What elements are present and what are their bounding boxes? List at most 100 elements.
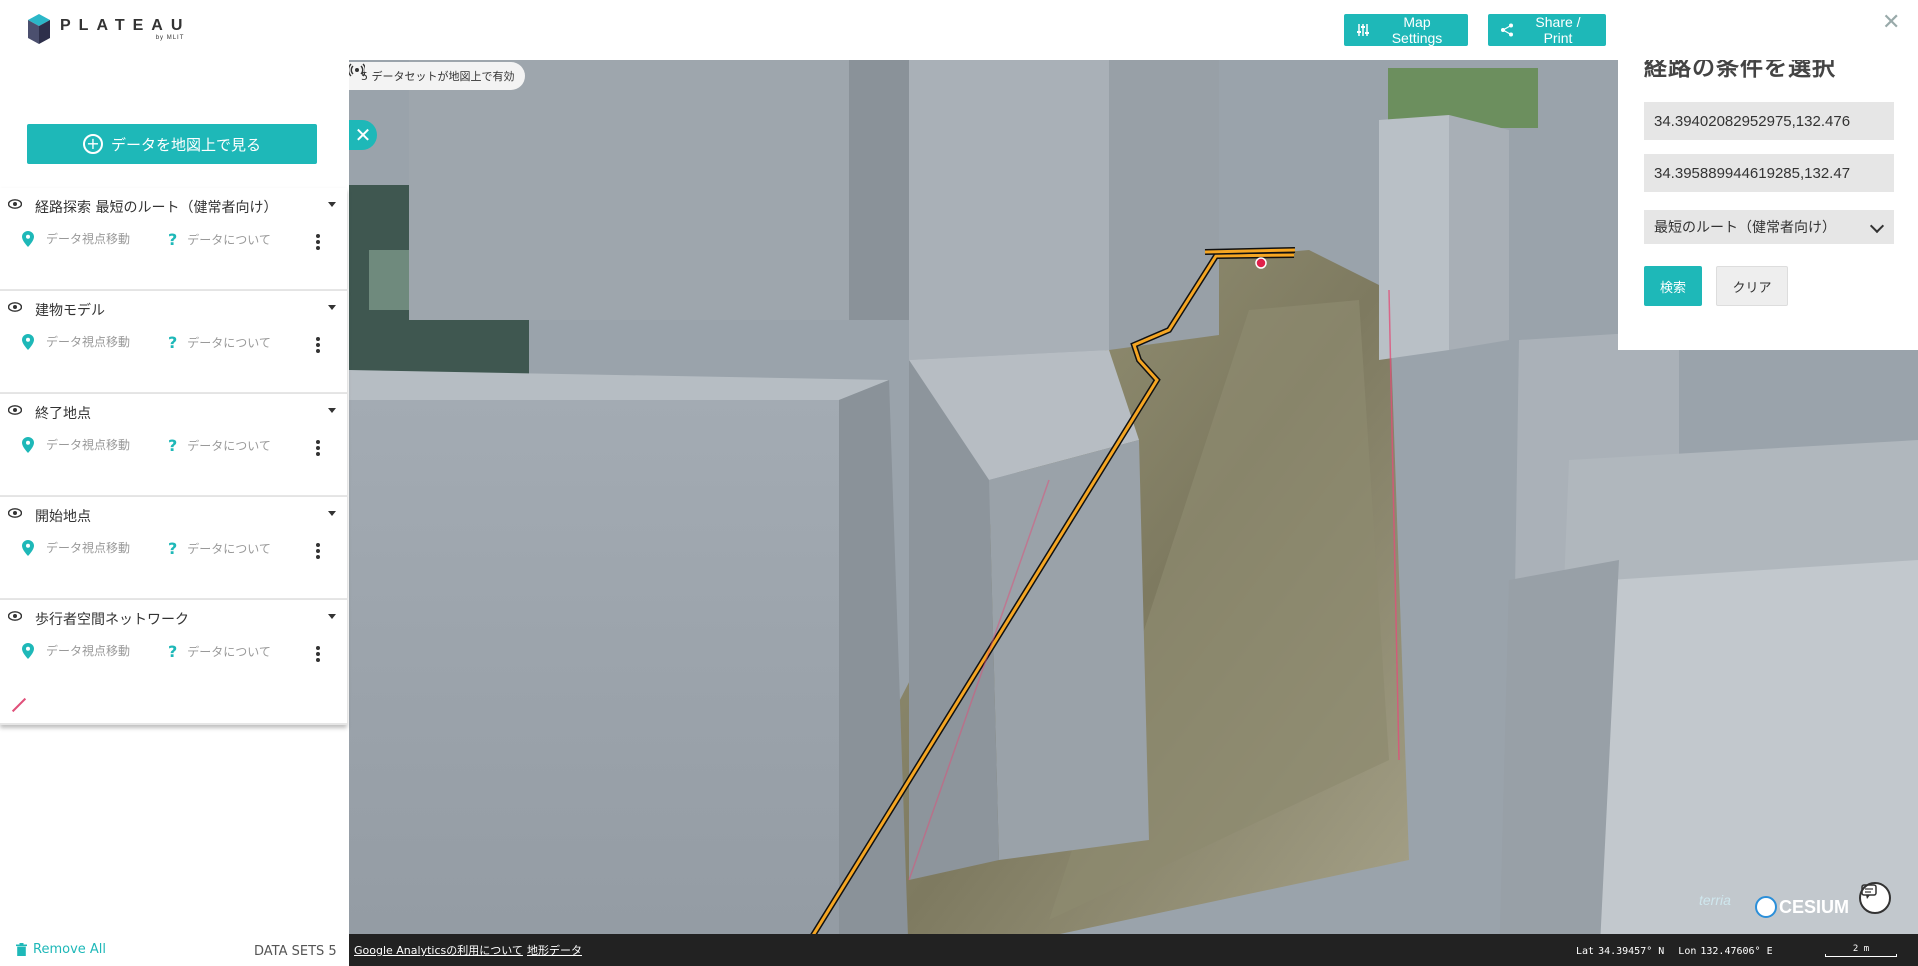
share-print-label: Share / Print xyxy=(1535,14,1581,46)
about-data-label: データについて xyxy=(187,645,271,659)
add-data-label: データを地図上で見る xyxy=(110,135,261,154)
about-data-button[interactable]: ? データについて xyxy=(168,436,271,455)
lat-label: Lat xyxy=(1576,946,1595,957)
about-data-button[interactable]: ? データについて xyxy=(168,642,271,661)
more-options-icon[interactable] xyxy=(316,337,320,353)
dataset-item: 経路探索 最短のルート（健常者向け） データ視点移動 ? データについて xyxy=(0,188,347,291)
eye-icon[interactable] xyxy=(8,199,22,209)
zoom-to-data-button[interactable]: データ視点移動 xyxy=(22,642,130,659)
question-icon: ? xyxy=(168,436,178,455)
question-icon: ? xyxy=(168,333,178,352)
remove-all-label: Remove All xyxy=(33,942,107,957)
zoom-to-data-label: データ視点移動 xyxy=(46,438,131,452)
expand-caret-icon[interactable] xyxy=(328,202,336,207)
about-data-button[interactable]: ? データについて xyxy=(168,230,271,249)
map-settings-button[interactable]: Map Settings xyxy=(1344,14,1468,46)
map-footer: Google Analyticsの利用について 地形データ Lat 34.394… xyxy=(349,934,1918,966)
lon-label: Lon xyxy=(1678,946,1697,957)
dataset-item: 終了地点 データ視点移動 ? データについて xyxy=(0,394,347,497)
zoom-to-data-label: データ視点移動 xyxy=(46,335,131,349)
question-icon: ? xyxy=(168,539,178,558)
location-pin-icon xyxy=(22,539,36,556)
logo-text: PLATEAU xyxy=(60,17,191,34)
add-data-button[interactable]: + データを地図上で見る xyxy=(27,124,317,164)
question-icon: ? xyxy=(168,642,178,661)
start-point-input[interactable] xyxy=(1644,102,1894,140)
about-data-button[interactable]: ? データについて xyxy=(168,333,271,352)
dataset-title: 開始地点 xyxy=(35,509,91,525)
dataset-title: 経路探索 最短のルート（健常者向け） xyxy=(35,200,278,216)
cesium-text: CESIUM xyxy=(1779,896,1850,917)
expand-caret-icon[interactable] xyxy=(328,511,336,516)
terria-logo[interactable]: terria xyxy=(1699,892,1731,908)
zoom-to-data-button[interactable]: データ視点移動 xyxy=(22,230,130,247)
expand-caret-icon[interactable] xyxy=(328,305,336,310)
eye-icon[interactable] xyxy=(8,508,22,518)
about-data-label: データについて xyxy=(187,336,271,350)
active-datasets-badge: 5 データセットが地図上で有効 xyxy=(349,62,525,90)
clear-button[interactable]: クリア xyxy=(1716,266,1788,306)
cesium-logo[interactable]: CESIUM xyxy=(1755,896,1849,918)
expand-caret-icon[interactable] xyxy=(328,408,336,413)
dataset-count: DATA SETS 5 xyxy=(254,944,337,959)
dataset-item: 歩行者空間ネットワーク データ視点移動 ? データについて xyxy=(0,600,347,725)
about-data-button[interactable]: ? データについて xyxy=(168,539,271,558)
dataset-title: 建物モデル xyxy=(35,303,105,319)
map-settings-label: Map Settings xyxy=(1391,14,1443,46)
logo-subtext: by MLIT xyxy=(155,35,185,41)
question-icon: ? xyxy=(168,230,178,249)
location-pin-icon xyxy=(22,642,36,659)
active-datasets-text: 5 データセットが地図上で有効 xyxy=(361,70,515,83)
distance-scale: 2 m xyxy=(1825,944,1897,957)
lat-value: 34.39457° N xyxy=(1598,946,1665,957)
plateau-cube-icon xyxy=(28,14,50,44)
location-pin-icon xyxy=(22,333,36,350)
more-options-icon[interactable] xyxy=(316,543,320,559)
zoom-to-data-button[interactable]: データ視点移動 xyxy=(22,436,130,453)
cesium-mark-icon xyxy=(1755,896,1777,918)
feedback-chat-icon[interactable] xyxy=(1859,882,1891,914)
zoom-to-data-label: データ視点移動 xyxy=(46,232,131,246)
app-header: PLATEAU by MLIT Map Settings Share / Pri… xyxy=(0,0,1918,60)
dataset-item: 建物モデル データ視点移動 ? データについて xyxy=(0,291,347,394)
about-data-label: データについて xyxy=(187,233,271,247)
route-search-panel: 経路の条件を選択 最短のルート（健常者向け） 検索 クリア xyxy=(1618,40,1918,350)
coordinate-readout: Lat 34.39457° N Lon 132.47606° E xyxy=(1576,946,1777,957)
dataset-title: 歩行者空間ネットワーク xyxy=(35,612,189,628)
lon-value: 132.47606° E xyxy=(1700,946,1773,957)
eye-icon[interactable] xyxy=(8,611,22,621)
zoom-to-data-button[interactable]: データ視点移動 xyxy=(22,539,130,556)
scale-label: 2 m xyxy=(1852,944,1870,954)
remove-all-button[interactable]: Remove All xyxy=(16,942,106,957)
sliders-icon xyxy=(1356,23,1370,37)
zoom-to-data-button[interactable]: データ視点移動 xyxy=(22,333,130,350)
dataset-item: 開始地点 データ視点移動 ? データについて xyxy=(0,497,347,600)
search-button[interactable]: 検索 xyxy=(1644,266,1702,306)
location-pin-icon xyxy=(22,230,36,247)
plus-circle-icon: + xyxy=(82,134,103,154)
analytics-link[interactable]: Google Analyticsの利用について xyxy=(354,942,523,958)
more-options-icon[interactable] xyxy=(316,234,320,250)
close-panel-icon[interactable]: ✕ xyxy=(1882,10,1900,35)
legend-line-symbol xyxy=(11,697,27,713)
route-type-select[interactable]: 最短のルート（健常者向け） xyxy=(1644,210,1894,244)
eye-icon[interactable] xyxy=(8,302,22,312)
more-options-icon[interactable] xyxy=(316,646,320,662)
expand-caret-icon[interactable] xyxy=(328,614,336,619)
location-pin-icon xyxy=(22,436,36,453)
trash-icon xyxy=(16,943,27,956)
share-icon xyxy=(1500,23,1514,37)
zoom-to-data-label: データ視点移動 xyxy=(46,541,131,555)
plateau-logo[interactable]: PLATEAU by MLIT xyxy=(28,14,190,44)
dataset-title: 終了地点 xyxy=(35,406,91,422)
dataset-list: 経路探索 最短のルート（健常者向け） データ視点移動 ? データについて 建物モ… xyxy=(0,188,347,725)
share-print-button[interactable]: Share / Print xyxy=(1488,14,1606,46)
end-point-input[interactable] xyxy=(1644,154,1894,192)
chevron-down-icon xyxy=(1869,218,1885,234)
about-data-label: データについて xyxy=(187,542,271,556)
eye-icon[interactable] xyxy=(8,405,22,415)
terrain-data-link[interactable]: 地形データ xyxy=(527,942,582,958)
scale-bar xyxy=(1825,954,1897,957)
more-options-icon[interactable] xyxy=(316,440,320,456)
about-data-label: データについて xyxy=(187,439,271,453)
